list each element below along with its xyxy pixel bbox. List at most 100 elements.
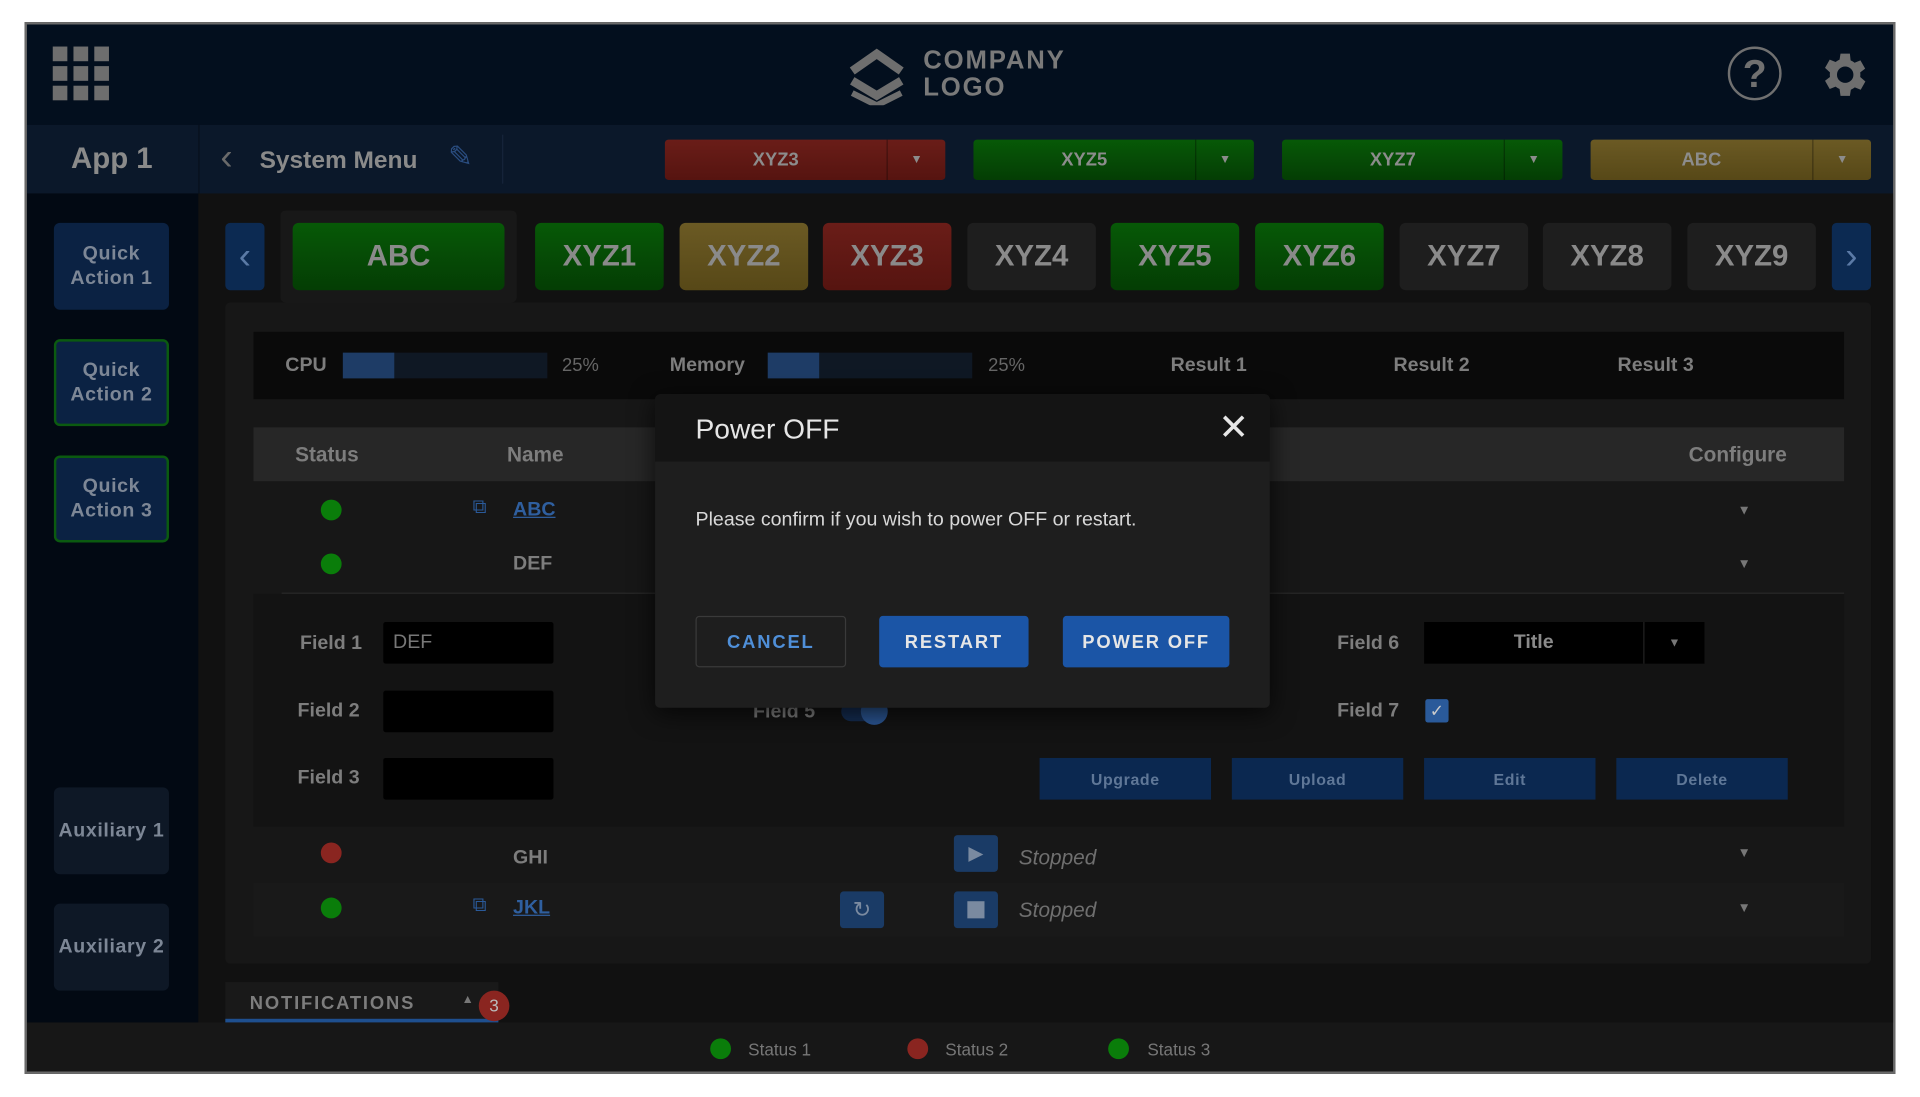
auxiliary-2-button[interactable]: Auxiliary 2 (53, 903, 169, 991)
dialog-message: Please confirm if you wish to power OFF … (695, 509, 1137, 531)
apps-grid-icon[interactable] (52, 46, 109, 101)
tab-xyz2[interactable]: XYZ2 (679, 222, 809, 291)
result-1: Result 1 (1170, 355, 1247, 376)
status-3-dot (1108, 1038, 1129, 1060)
cpu-value: 25% (562, 355, 599, 376)
logo-mark-icon (849, 48, 904, 106)
tab-xyz7[interactable]: XYZ7 (1399, 222, 1529, 291)
field6-select[interactable]: Title ▼ (1424, 622, 1705, 664)
expand-chevron-icon[interactable]: ▼ (1738, 503, 1751, 518)
dropdown-xyz3[interactable]: XYZ3 ▼ (664, 139, 946, 181)
notifications-label: NOTIFICATIONS (249, 993, 416, 1014)
field3-input[interactable] (383, 757, 554, 800)
expand-chevron-icon[interactable]: ▼ (1738, 846, 1751, 861)
memory-value: 25% (988, 355, 1025, 376)
field1-label: Field 1 (300, 633, 363, 654)
tab-xyz9[interactable]: XYZ9 (1687, 222, 1816, 291)
stop-button[interactable] (953, 891, 998, 929)
system-menu-title: System Menu (259, 146, 418, 174)
field6-value: Title (1513, 631, 1554, 653)
row-state: Stopped (1018, 898, 1097, 923)
field7-checkbox[interactable]: ✓ (1425, 699, 1449, 723)
status-3-label: Status 3 (1147, 1039, 1211, 1060)
sidebar: Quick Action 1 Quick Action 2 Quick Acti… (26, 193, 199, 1023)
field6-label: Field 6 (1337, 633, 1400, 654)
field2-input[interactable] (383, 690, 554, 733)
expand-chevron-icon[interactable]: ▼ (1738, 901, 1751, 916)
tabs-prev-arrow[interactable]: ‹ (225, 222, 265, 291)
delete-button[interactable]: Delete (1616, 757, 1788, 800)
collapse-chevron-icon[interactable]: ▼ (1738, 557, 1751, 572)
upgrade-button[interactable]: Upgrade (1039, 757, 1212, 800)
refresh-button[interactable]: ↻ (840, 891, 885, 929)
logo-text-line2: LOGO (923, 73, 1007, 102)
cpu-label: CPU (285, 355, 327, 376)
table-row[interactable]: ⧉ JKL ↻ Stopped ▼ (253, 882, 1845, 937)
field3-label: Field 3 (297, 767, 360, 789)
tab-xyz6[interactable]: XYZ6 (1255, 222, 1384, 291)
notifications-badge: 3 (478, 990, 510, 1022)
tabs-next-arrow[interactable]: › (1831, 222, 1872, 291)
quick-action-1-button[interactable]: Quick Action 1 (53, 222, 169, 310)
cancel-button[interactable]: CANCEL (695, 615, 847, 668)
status-footer: Status 1 Status 2 Status 3 (26, 1022, 1894, 1072)
dropdown-xyz7[interactable]: XYZ7 ▼ (1282, 139, 1563, 181)
gear-icon[interactable] (1815, 47, 1871, 103)
app-name: App 1 (71, 142, 153, 176)
caret-down-icon: ▼ (1643, 622, 1704, 664)
caret-down-icon: ▼ (1195, 139, 1254, 181)
status-dot-green (320, 897, 342, 919)
tab-abc[interactable]: ABC (292, 222, 505, 291)
tab-xyz1[interactable]: XYZ1 (535, 222, 664, 291)
status-1-dot (710, 1038, 732, 1060)
external-link-icon[interactable]: ⧉ (473, 497, 487, 519)
edit-pencil-icon[interactable]: ✎ (448, 140, 473, 176)
quick-action-2-button[interactable]: Quick Action 2 (53, 339, 169, 427)
quick-action-3-button[interactable]: Quick Action 3 (53, 455, 169, 543)
dropdown-label: XYZ5 (1061, 149, 1108, 171)
row-name-link[interactable]: JKL (513, 898, 550, 920)
dropdown-xyz5[interactable]: XYZ5 ▼ (973, 139, 1254, 181)
help-icon[interactable]: ? (1727, 46, 1782, 101)
tab-xyz4[interactable]: XYZ4 (967, 222, 1096, 291)
back-chevron-icon[interactable]: ‹ (220, 137, 232, 179)
tab-xyz5[interactable]: XYZ5 (1110, 222, 1240, 291)
name-header: Name (506, 443, 564, 467)
configure-header: Configure (1688, 443, 1787, 467)
row-name-link[interactable]: ABC (513, 500, 555, 522)
row-name: GHI (513, 847, 548, 869)
memory-label: Memory (669, 355, 745, 376)
dropdown-label: XYZ7 (1369, 149, 1416, 171)
dropdown-abc[interactable]: ABC ▼ (1590, 139, 1872, 181)
play-button[interactable]: ▶ (953, 835, 998, 872)
app-window: COMPANY LOGO ? App 1 ‹ System Menu ✎ XYZ3… (24, 22, 1896, 1074)
field7-label: Field 7 (1337, 700, 1400, 722)
dialog-header: Power OFF ✕ (655, 394, 1270, 462)
notifications-tab[interactable]: NOTIFICATIONS ▲ (225, 982, 499, 1023)
top-header: COMPANY LOGO ? (26, 24, 1894, 125)
table-row[interactable]: GHI ▶ Stopped ▼ (253, 829, 1844, 883)
field1-input[interactable]: DEF (383, 622, 554, 664)
edit-button[interactable]: Edit (1424, 757, 1596, 800)
dropdown-label: XYZ3 (752, 149, 799, 171)
upload-button[interactable]: Upload (1231, 757, 1404, 800)
row-name: DEF (513, 553, 553, 575)
restart-button[interactable]: RESTART (879, 615, 1029, 668)
tab-xyz3[interactable]: XYZ3 (822, 222, 952, 291)
tab-xyz8[interactable]: XYZ8 (1542, 222, 1672, 291)
stats-bar: CPU 25% Memory 25% Result 1 Result 2 Res… (253, 331, 1845, 400)
auxiliary-1-button[interactable]: Auxiliary 1 (53, 787, 169, 875)
dropdown-label: ABC (1681, 149, 1722, 171)
memory-progress-bar (767, 352, 973, 379)
status-dot-red (320, 842, 342, 864)
result-2: Result 2 (1393, 355, 1470, 376)
external-link-icon[interactable]: ⧉ (473, 895, 487, 917)
logo-text-line1: COMPANY (923, 46, 1066, 75)
dialog-title: Power OFF (695, 412, 840, 445)
field2-label: Field 2 (297, 700, 360, 722)
status-1-label: Status 1 (748, 1039, 812, 1060)
caret-up-icon: ▲ (461, 993, 474, 1007)
result-3: Result 3 (1617, 355, 1694, 376)
close-icon[interactable]: ✕ (1218, 407, 1249, 450)
power-off-button[interactable]: POWER OFF (1062, 615, 1230, 668)
